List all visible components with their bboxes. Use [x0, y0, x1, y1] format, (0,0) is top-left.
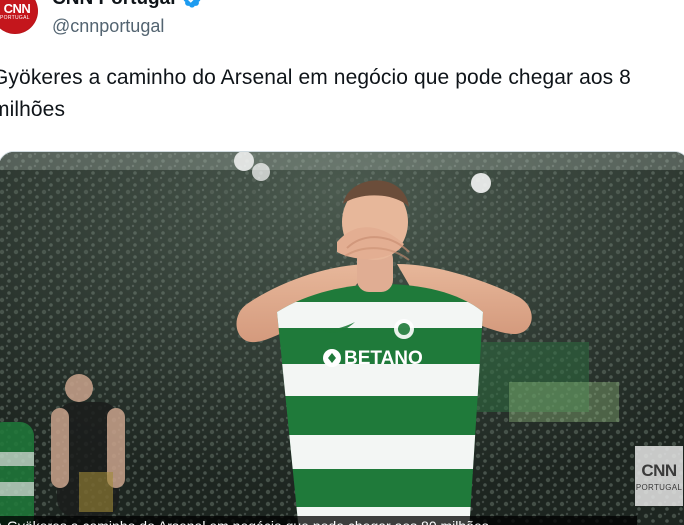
- watermark-subtext: PORTUGAL: [635, 482, 683, 492]
- photo-scene: BETANO: [0, 152, 684, 525]
- author-display-name[interactable]: CNN Portugal: [52, 0, 202, 10]
- watermark-logo-text: CNN: [641, 460, 677, 480]
- avatar-logo-subtext: PORTUGAL: [0, 15, 30, 21]
- author-handle[interactable]: @cnnportugal: [52, 16, 164, 37]
- author-display-name-text: CNN Portugal: [52, 0, 176, 10]
- cnn-watermark: CNN PORTUGAL: [635, 446, 683, 506]
- verified-badge-icon: [182, 0, 202, 9]
- tweet-text: Gyökeres a caminho do Arsenal em negócio…: [0, 66, 631, 121]
- tweet-media-photo[interactable]: BETANO CNN PORTUGAL Gyökeres a caminho d…: [0, 151, 684, 525]
- stadium-light-icon: [252, 163, 270, 181]
- tweet-card: CNN PORTUGAL CNN Portugal @cnnportugal G…: [0, 0, 684, 525]
- author-avatar[interactable]: CNN PORTUGAL: [0, 0, 38, 34]
- avatar-logo-text: CNN: [3, 0, 31, 16]
- stadium-light-icon: [471, 173, 491, 193]
- media-caption-bar: Gyökeres a caminho do Arsenal em negócio…: [0, 516, 637, 525]
- background-player: [0, 422, 34, 525]
- jersey-sponsor-text: BETANO: [344, 348, 423, 369]
- tweet-author-row: CNN PORTUGAL CNN Portugal @cnnportugal: [0, 0, 682, 46]
